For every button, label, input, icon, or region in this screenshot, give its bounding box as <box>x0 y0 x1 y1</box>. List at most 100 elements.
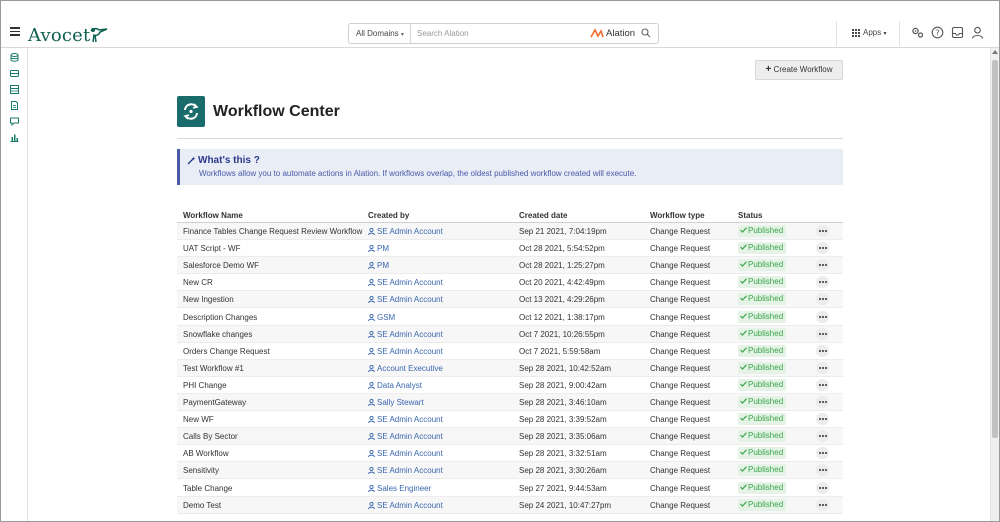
column-header-created-by[interactable]: Created by <box>368 211 409 220</box>
workflow-name-link[interactable]: PaymentGateway <box>183 398 246 407</box>
created-by-user-link[interactable]: SE Admin Account <box>368 449 443 458</box>
workflow-name-link[interactable]: New WF <box>183 415 214 424</box>
column-header-created-date[interactable]: Created date <box>519 211 567 220</box>
workflow-name-link[interactable]: AB Workflow <box>183 449 229 458</box>
document-icon[interactable] <box>10 101 19 110</box>
brand-logo-text[interactable]: Avocet <box>28 25 90 46</box>
table-icon[interactable] <box>10 85 19 94</box>
created-by-user-link[interactable]: SE Admin Account <box>368 295 443 304</box>
created-by-user-link[interactable]: SE Admin Account <box>368 501 443 510</box>
more-actions-icon[interactable] <box>816 276 829 289</box>
scroll-up-arrow-icon[interactable] <box>992 50 998 54</box>
table-row[interactable]: PaymentGateway Sally Stewart Sep 28 2021, … <box>177 394 843 411</box>
more-actions-icon[interactable] <box>816 361 829 374</box>
more-actions-icon[interactable] <box>816 430 829 443</box>
workflow-name-link[interactable]: Salesforce Demo WF <box>183 261 259 270</box>
table-row[interactable]: Demo Test SE Admin Account Sep 24 2021, 10… <box>177 496 843 514</box>
table-row[interactable]: UAT Script - WF PM Oct 28 2021, 5:54:52pm C… <box>177 240 843 258</box>
table-row[interactable]: Sensitivity SE Admin Account Sep 28 2021, … <box>177 462 843 480</box>
more-actions-icon[interactable] <box>816 396 829 408</box>
more-actions-icon[interactable] <box>816 413 829 426</box>
created-by-user-link[interactable]: SE Admin Account <box>368 278 443 287</box>
more-actions-icon[interactable] <box>816 447 829 460</box>
created-by-user-link[interactable]: Sales Engineer <box>368 484 431 493</box>
table-row[interactable]: Calls By Sector SE Admin Account Sep 28 20… <box>177 428 843 446</box>
vertical-scrollbar[interactable] <box>990 48 999 521</box>
workflow-name-link[interactable]: PHI Change <box>183 381 227 390</box>
more-actions-icon[interactable] <box>816 481 829 494</box>
created-by-user-link[interactable]: PM <box>368 244 389 253</box>
created-by-user-link[interactable]: Sally Stewart <box>368 398 424 407</box>
more-actions-icon[interactable] <box>816 498 829 511</box>
created-by-user-link[interactable]: SE Admin Account <box>368 227 443 236</box>
workflow-name-link[interactable]: Snowflake changes <box>183 330 252 339</box>
create-workflow-button[interactable]: + Create Workflow <box>755 60 843 80</box>
more-actions-icon[interactable] <box>816 293 829 306</box>
table-row[interactable]: Test Workflow #1 Account Executive Sep 28 … <box>177 359 843 377</box>
more-actions-icon[interactable] <box>816 344 829 357</box>
workflow-name-link[interactable]: Calls By Sector <box>183 432 238 441</box>
search-input[interactable]: Search Alation <box>417 24 469 43</box>
more-actions-icon[interactable] <box>816 327 829 340</box>
table-row[interactable]: Salesforce Demo WF PM Oct 28 2021, 1:25:27… <box>177 257 843 275</box>
domain-selector-label: All Domains <box>356 29 399 38</box>
table-row[interactable]: New Ingestion SE Admin Account Oct 13 2021… <box>177 291 843 309</box>
settings-gears-icon[interactable] <box>911 26 924 39</box>
table-row[interactable]: PHI Change Data Analyst Sep 28 2021, 9:00:… <box>177 377 843 394</box>
workflow-name-link[interactable]: UAT Script - WF <box>183 244 240 253</box>
workflow-name-link[interactable]: New Ingestion <box>183 295 234 304</box>
column-header-workflow-name[interactable]: Workflow Name <box>183 211 243 220</box>
more-actions-icon[interactable] <box>816 378 829 391</box>
magic-wand-icon <box>187 156 196 165</box>
workflow-name-link[interactable]: Orders Change Request <box>183 347 270 356</box>
workflow-name-link[interactable]: Test Workflow #1 <box>183 364 244 373</box>
workflow-name-link[interactable]: Finance Tables Change Request Review Wor… <box>183 227 362 236</box>
help-icon[interactable]: ? <box>931 26 944 39</box>
table-row[interactable]: New CR SE Admin Account Oct 20 2021, 4:42:… <box>177 274 843 292</box>
drive-icon[interactable] <box>10 69 19 78</box>
created-by-user-link[interactable]: PM <box>368 261 389 270</box>
more-actions-icon[interactable] <box>816 464 829 477</box>
table-row[interactable]: AB Workflow SE Admin Account Sep 28 2021, … <box>177 445 843 463</box>
created-by-name: SE Admin Account <box>377 295 443 305</box>
inbox-icon[interactable] <box>951 26 964 39</box>
table-row[interactable]: Snowflake changes SE Admin Account Oct 7 2… <box>177 325 843 343</box>
scrollbar-thumb[interactable] <box>992 60 998 438</box>
more-actions-icon[interactable] <box>816 310 829 323</box>
table-row[interactable]: Table Change Sales Engineer Sep 27 2021, 9… <box>177 480 843 497</box>
table-row[interactable]: Description Changes GSM Oct 12 2021, 1:38:… <box>177 309 843 326</box>
created-by-name: GSM <box>377 312 396 322</box>
created-by-user-link[interactable]: SE Admin Account <box>368 466 443 475</box>
domain-selector[interactable]: All Domains ▾ <box>349 24 411 43</box>
more-actions-icon[interactable] <box>816 242 829 255</box>
created-by-user-link[interactable]: Account Executive <box>368 364 443 373</box>
created-by-user-link[interactable]: SE Admin Account <box>368 347 443 356</box>
workflow-name-link[interactable]: Description Changes <box>183 313 257 322</box>
created-by-user-link[interactable]: SE Admin Account <box>368 330 443 339</box>
status-label: Published <box>748 345 784 355</box>
created-by-user-link[interactable]: SE Admin Account <box>368 432 443 441</box>
conversation-icon[interactable] <box>10 117 19 126</box>
user-profile-icon[interactable] <box>971 26 984 39</box>
table-row[interactable]: Orders Change Request SE Admin Account Oct… <box>177 343 843 360</box>
bar-chart-icon[interactable] <box>10 133 19 142</box>
apps-menu-button[interactable]: Apps ▾ <box>863 28 886 37</box>
more-actions-icon[interactable] <box>816 225 829 237</box>
workflow-name-link[interactable]: Table Change <box>183 484 232 493</box>
workflow-name-link[interactable]: Demo Test <box>183 501 221 510</box>
status-badge: Published <box>738 293 787 306</box>
table-row[interactable]: New WF SE Admin Account Sep 28 2021, 3:39:… <box>177 411 843 429</box>
search-icon[interactable] <box>641 28 651 38</box>
workflow-name-link[interactable]: Sensitivity <box>183 466 219 475</box>
created-by-user-link[interactable]: Data Analyst <box>368 381 422 390</box>
more-actions-icon[interactable] <box>816 259 829 272</box>
table-row[interactable]: Finance Tables Change Request Review Wor… <box>177 223 843 240</box>
workflow-name-link[interactable]: New CR <box>183 278 213 287</box>
column-header-status[interactable]: Status <box>738 211 762 220</box>
hamburger-menu-icon[interactable] <box>10 27 20 38</box>
database-icon[interactable] <box>10 53 19 62</box>
apps-grid-icon <box>852 29 860 37</box>
created-by-user-link[interactable]: GSM <box>368 313 395 322</box>
created-by-user-link[interactable]: SE Admin Account <box>368 415 443 424</box>
column-header-workflow-type[interactable]: Workflow type <box>650 211 705 220</box>
